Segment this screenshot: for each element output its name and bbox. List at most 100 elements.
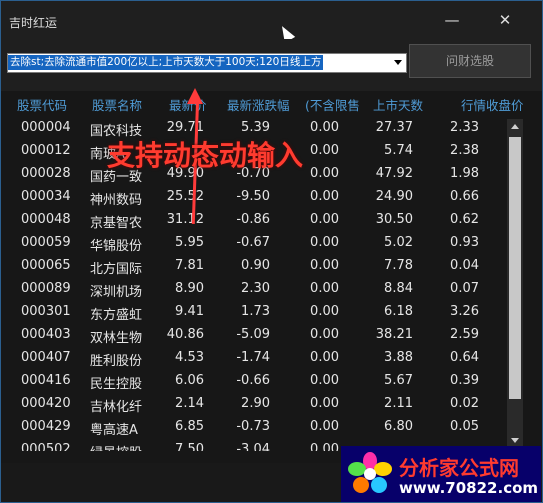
cell-float: 0.00 <box>310 304 339 319</box>
cell-float: 0.00 <box>310 350 339 365</box>
cell-price: 8.90 <box>175 281 204 296</box>
cell-days: 8.84 <box>384 281 413 296</box>
cell-price: 25.52 <box>166 189 204 204</box>
table-row[interactable]: 000416 民生控股 6.06 -0.66 0.00 5.67 0.39 <box>1 370 506 393</box>
cell-price: 5.95 <box>175 235 204 250</box>
cell-float: 0.00 <box>310 166 339 181</box>
cell-code: 000429 <box>21 419 71 434</box>
cell-code: 000065 <box>21 258 71 273</box>
column-header-days[interactable]: 上市天数 <box>373 95 423 114</box>
ask-button[interactable]: 问财选股 <box>409 44 531 78</box>
cell-name: 神州数码 <box>90 193 143 208</box>
cell-code: 000004 <box>21 120 71 135</box>
cell-close: 0.04 <box>450 258 479 273</box>
cell-name: 民生控股 <box>90 377 143 392</box>
cell-close: 2.33 <box>450 120 479 135</box>
cell-close: 0.02 <box>450 396 479 411</box>
cell-change: 0.90 <box>241 258 270 273</box>
close-button[interactable]: ✕ <box>486 7 524 33</box>
cell-change: -3.04 <box>236 442 270 451</box>
cell-name: 深圳机场 <box>90 285 143 300</box>
cell-float: 0.00 <box>310 419 339 434</box>
watermark-title: 分析家公式网 <box>399 456 519 480</box>
cell-days: 27.37 <box>375 120 413 135</box>
cell-code: 000012 <box>21 143 71 158</box>
cell-days: 2.11 <box>384 396 413 411</box>
cell-price: 9.41 <box>175 304 204 319</box>
table-row[interactable]: 000407 胜利股份 4.53 -1.74 0.00 3.88 0.64 <box>1 347 506 370</box>
column-header-float[interactable]: (不含限售 <box>305 95 360 114</box>
query-text[interactable]: 去除st;去除流通市值200亿以上;上市天数大于100天;120日线上方 <box>8 55 324 70</box>
table-row[interactable]: 000089 深圳机场 8.90 2.30 0.00 8.84 0.07 <box>1 278 506 301</box>
query-combobox[interactable]: 去除st;去除流通市值200亿以上;上市天数大于100天;120日线上方 <box>7 53 407 73</box>
table-row[interactable]: 000429 粤高速A 6.85 -0.73 0.00 6.80 0.05 <box>1 416 506 439</box>
scroll-up-icon[interactable] <box>507 119 523 135</box>
table-row[interactable]: 000420 吉林化纤 2.14 2.90 0.00 2.11 0.02 <box>1 393 506 416</box>
cell-days: 5.67 <box>384 373 413 388</box>
table-row[interactable]: 000034 神州数码 25.52 -9.50 0.00 24.90 0.66 <box>1 186 506 209</box>
app-window: 吉时红运 — ✕ 去除st;去除流通市值200亿以上;上市天数大于100天;12… <box>0 0 543 503</box>
cell-days: 47.92 <box>375 166 413 181</box>
cell-close: 0.07 <box>450 281 479 296</box>
cell-float: 0.00 <box>310 258 339 273</box>
table-row[interactable]: 000048 京基智农 31.12 -0.86 0.00 30.50 0.62 <box>1 209 506 232</box>
table-row[interactable]: 000403 双林生物 40.86 -5.09 0.00 38.21 2.59 <box>1 324 506 347</box>
cell-float: 0.00 <box>310 373 339 388</box>
cell-change: 2.90 <box>241 396 270 411</box>
cell-code: 000048 <box>21 212 71 227</box>
cell-days: 30.50 <box>375 212 413 227</box>
cell-code: 000416 <box>21 373 71 388</box>
cell-float: 0.00 <box>310 396 339 411</box>
cell-code: 000407 <box>21 350 71 365</box>
cell-close: 1.98 <box>450 166 479 181</box>
chevron-down-icon[interactable] <box>394 60 402 65</box>
cell-code: 000420 <box>21 396 71 411</box>
flower-logo-icon <box>348 452 392 493</box>
cell-price: 6.06 <box>175 373 204 388</box>
cell-days: 7.78 <box>384 258 413 273</box>
scroll-thumb[interactable] <box>509 137 521 399</box>
cell-price: 7.81 <box>175 258 204 273</box>
cell-change: 5.39 <box>241 120 270 135</box>
cell-name: 京基智农 <box>90 216 143 231</box>
cell-close: 0.62 <box>450 212 479 227</box>
cell-name: 双林生物 <box>90 331 143 346</box>
cell-float: 0.00 <box>310 143 339 158</box>
cell-change: -9.50 <box>236 189 270 204</box>
cell-change: -0.86 <box>236 212 270 227</box>
table-row[interactable]: 000059 华锦股份 5.95 -0.67 0.00 5.02 0.93 <box>1 232 506 255</box>
cell-change: -5.09 <box>236 327 270 342</box>
watermark-url: www.70822.com <box>399 479 539 497</box>
watermark-logo: 分析家公式网 www.70822.com <box>341 446 541 502</box>
cell-code: 000034 <box>21 189 71 204</box>
cell-float: 0.00 <box>310 189 339 204</box>
cell-name: 东方盛虹 <box>90 308 143 323</box>
vertical-scrollbar[interactable] <box>507 119 523 449</box>
cell-code: 000059 <box>21 235 71 250</box>
column-header-change[interactable]: 最新涨跌幅 <box>227 95 290 114</box>
cell-price: 2.14 <box>175 396 204 411</box>
cell-close: 0.39 <box>450 373 479 388</box>
cell-float: 0.00 <box>310 235 339 250</box>
table-row[interactable]: 000301 东方盛虹 9.41 1.73 0.00 6.18 3.26 <box>1 301 506 324</box>
cell-change: -1.74 <box>236 350 270 365</box>
cell-days: 5.02 <box>384 235 413 250</box>
table-row[interactable]: 000065 北方国际 7.81 0.90 0.00 7.78 0.04 <box>1 255 506 278</box>
minimize-button[interactable]: — <box>433 7 471 33</box>
cell-name: 吉林化纤 <box>90 400 143 415</box>
cell-code: 000028 <box>21 166 71 181</box>
cell-float: 0.00 <box>310 442 339 451</box>
column-header-code[interactable]: 股票代码 <box>17 95 67 114</box>
cell-float: 0.00 <box>310 120 339 135</box>
cell-name: 北方国际 <box>90 262 143 277</box>
cell-close: 0.66 <box>450 189 479 204</box>
column-header-close[interactable]: 行情收盘价 <box>461 95 524 114</box>
column-header-name[interactable]: 股票名称 <box>92 95 142 114</box>
cell-price: 31.12 <box>166 212 204 227</box>
cell-price: 4.53 <box>175 350 204 365</box>
query-toolbar: 去除st;去除流通市值200亿以上;上市天数大于100天;120日线上方 问财选… <box>1 39 542 91</box>
cell-days: 6.80 <box>384 419 413 434</box>
cell-close: 2.38 <box>450 143 479 158</box>
cell-close: 0.05 <box>450 419 479 434</box>
cell-change: -0.67 <box>236 235 270 250</box>
